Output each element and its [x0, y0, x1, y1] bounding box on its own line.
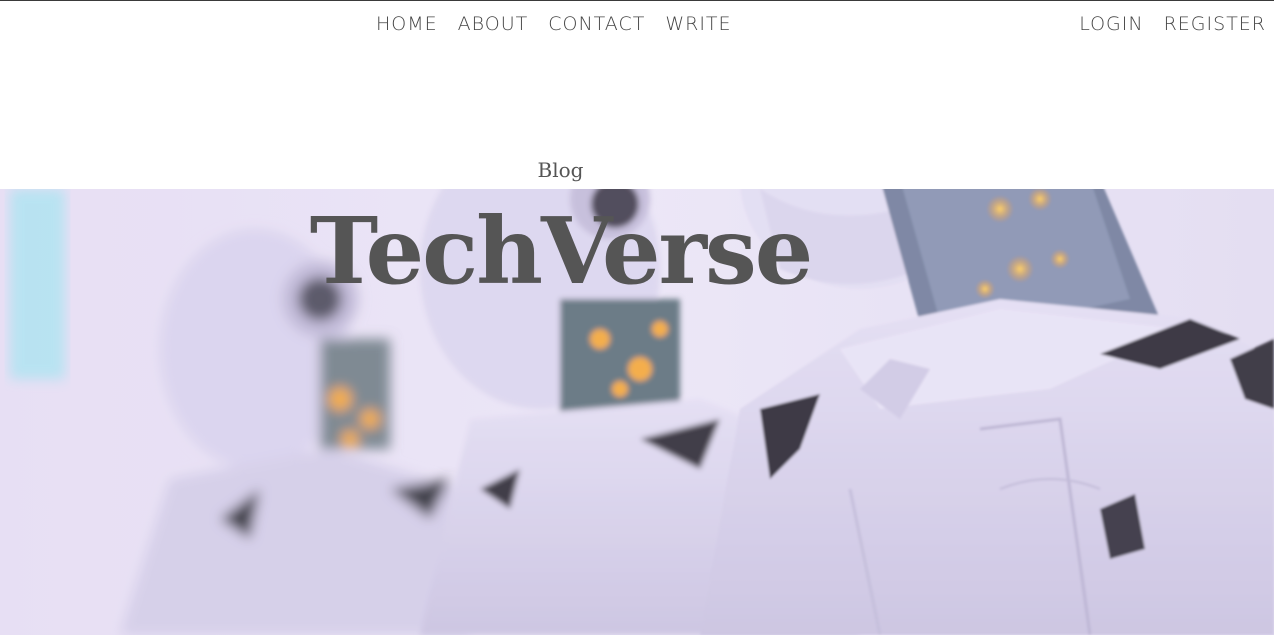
auth-nav: LOGIN REGISTER	[1079, 11, 1266, 37]
page: HOME ABOUT CONTACT WRITE LOGIN REGISTER …	[0, 0, 1274, 635]
nav-home-link[interactable]: HOME	[376, 11, 438, 37]
register-link[interactable]: REGISTER	[1164, 11, 1266, 37]
login-link[interactable]: LOGIN	[1079, 11, 1143, 37]
top-bar: HOME ABOUT CONTACT WRITE LOGIN REGISTER	[0, 1, 1274, 47]
main-nav: HOME ABOUT CONTACT WRITE	[376, 11, 732, 37]
header-title: TechVerse	[309, 197, 814, 305]
nav-about-link[interactable]: ABOUT	[458, 11, 529, 37]
nav-contact-link[interactable]: CONTACT	[548, 11, 645, 37]
nav-write-link[interactable]: WRITE	[665, 11, 731, 37]
header-subtitle: Blog	[537, 158, 584, 182]
